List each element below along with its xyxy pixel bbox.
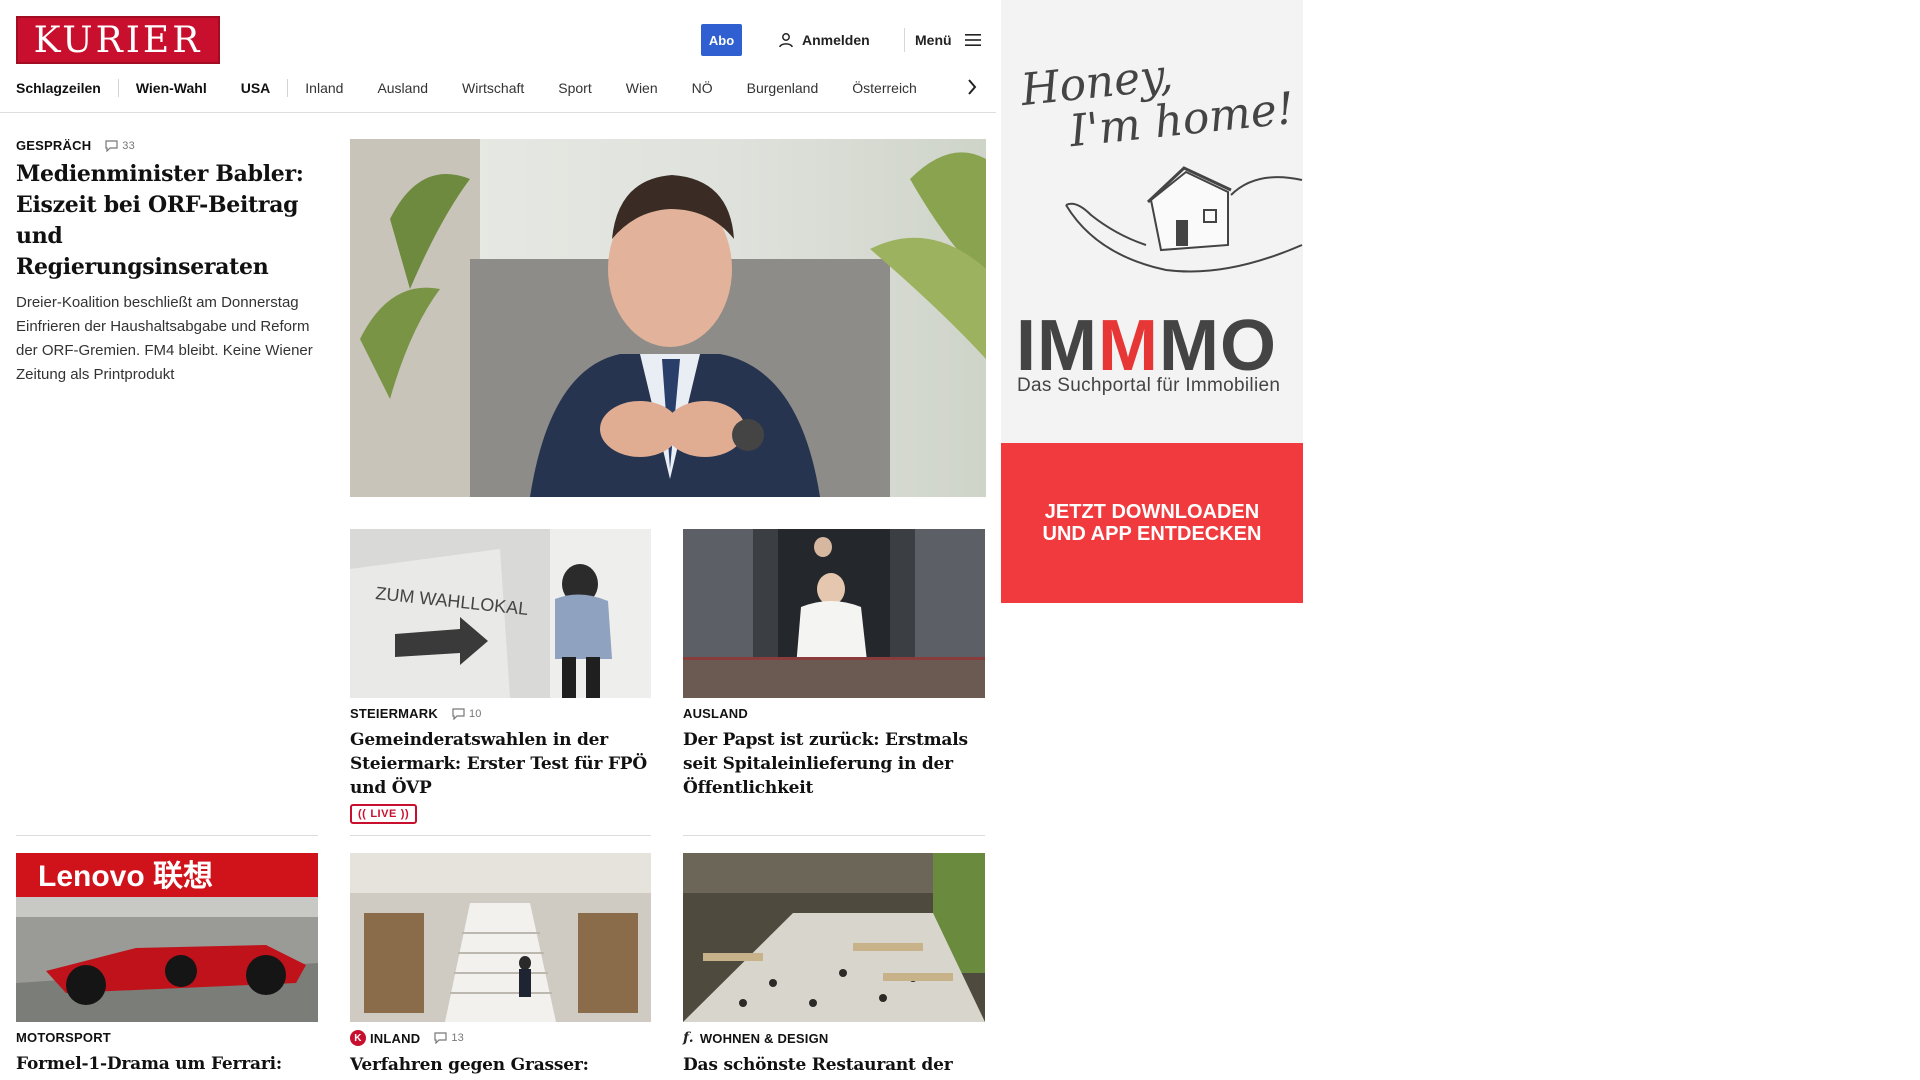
row-divider bbox=[683, 835, 985, 836]
nav-item-inland[interactable]: Inland bbox=[305, 80, 343, 96]
main-content: KURIER Abo Anmelden Menü Schlagzeilen Wi… bbox=[0, 0, 996, 1080]
comment-icon bbox=[452, 707, 465, 720]
house-in-hand-icon bbox=[1065, 166, 1303, 273]
abo-button[interactable]: Abo bbox=[701, 24, 742, 56]
nav-item-schlagzeilen[interactable]: Schlagzeilen bbox=[16, 80, 101, 96]
kicker-label: GESPRÄCH bbox=[16, 138, 92, 153]
papst-article[interactable]: AUSLAND Der Papst ist zurück: Erstmals s… bbox=[683, 706, 984, 800]
ferrari-kicker: MOTORSPORT bbox=[16, 1030, 318, 1045]
restaurant-article[interactable]: f. WOHNEN & DESIGN Das schönste Restaura… bbox=[683, 1030, 985, 1080]
login-label: Anmelden bbox=[802, 32, 870, 48]
nav-item-oesterreich[interactable]: Österreich bbox=[852, 80, 917, 96]
nav-item-wien[interactable]: Wien bbox=[626, 80, 658, 96]
kurier-logo[interactable]: KURIER bbox=[16, 16, 220, 64]
comment-icon bbox=[434, 1032, 447, 1044]
user-icon bbox=[779, 33, 793, 48]
nav-item-sport[interactable]: Sport bbox=[558, 80, 591, 96]
ad-cta-label: JETZT DOWNLOADEN UND APP ENTDECKEN bbox=[1042, 501, 1262, 545]
lead-teaser: Dreier-Koalition beschließt am Donnersta… bbox=[16, 294, 313, 383]
steiermark-headline[interactable]: Gemeinderatswahlen in der Steiermark: Er… bbox=[350, 728, 651, 800]
grasser-image[interactable] bbox=[350, 853, 651, 1022]
nav-item-noe[interactable]: NÖ bbox=[692, 80, 713, 96]
steiermark-image[interactable]: ZUM WAHLLOKAL bbox=[350, 529, 651, 698]
kurier-plus-icon: K bbox=[350, 1030, 366, 1046]
menu-button[interactable]: Menü bbox=[915, 30, 982, 50]
kicker-label: WOHNEN & DESIGN bbox=[699, 1030, 829, 1046]
ad-brand-part: M bbox=[1097, 306, 1159, 386]
ferrari-headline[interactable]: Formel-1-Drama um Ferrari: Hamilton und … bbox=[16, 1052, 318, 1080]
live-label: LIVE bbox=[370, 808, 397, 820]
papst-headline[interactable]: Der Papst ist zurück: Erstmals seit Spit… bbox=[683, 728, 984, 800]
live-wave-right-icon: )) bbox=[400, 808, 410, 820]
lead-image[interactable] bbox=[350, 139, 986, 497]
lead-headline[interactable]: Medienminister Babler: Eiszeit bei ORF-B… bbox=[16, 159, 318, 283]
kicker-label: STEIERMARK bbox=[350, 706, 438, 721]
comment-count-value: 13 bbox=[451, 1032, 464, 1044]
ad-brand-part: MO bbox=[1158, 306, 1277, 386]
comment-count[interactable]: 10 bbox=[452, 708, 482, 720]
row-divider bbox=[16, 835, 318, 836]
immmo-ad[interactable]: Honey, I'm home! IMMMO Das Suchportal fü… bbox=[1001, 0, 1303, 603]
kicker-label: INLAND bbox=[370, 1030, 421, 1046]
nav-item-wirtschaft[interactable]: Wirtschaft bbox=[462, 80, 524, 96]
restaurant-kicker: f. WOHNEN & DESIGN bbox=[683, 1030, 985, 1046]
ferrari-article[interactable]: MOTORSPORT Formel-1-Drama um Ferrari: Ha… bbox=[16, 1030, 318, 1080]
ad-top-panel: Honey, I'm home! IMMMO Das Suchportal fü… bbox=[1001, 0, 1303, 443]
lead-article[interactable]: GESPRÄCH 33 Medienminister Babler: Eisze… bbox=[16, 138, 318, 387]
papst-image[interactable] bbox=[683, 529, 985, 698]
steiermark-article[interactable]: STEIERMARK 10 Gemeinderatswahlen in der … bbox=[350, 706, 651, 824]
grasser-kicker: K INLAND 13 bbox=[350, 1030, 651, 1046]
nav-separator bbox=[117, 79, 119, 97]
papst-kicker: AUSLAND bbox=[683, 706, 984, 721]
restaurant-image[interactable] bbox=[683, 853, 985, 1022]
comment-count[interactable]: 33 bbox=[105, 140, 135, 152]
ad-tagline: Das Suchportal für Immobilien bbox=[1017, 375, 1281, 396]
ferrari-image[interactable]: Lenovo 联想 bbox=[16, 853, 318, 1022]
nav-item-ausland[interactable]: Ausland bbox=[377, 80, 428, 96]
comment-icon bbox=[105, 139, 118, 152]
comment-count-value: 33 bbox=[122, 139, 135, 152]
nav-item-usa[interactable]: USA bbox=[241, 80, 271, 96]
ad-cta-button[interactable]: JETZT DOWNLOADEN UND APP ENTDECKEN bbox=[1001, 443, 1303, 603]
nav-item-wien-wahl[interactable]: Wien-Wahl bbox=[136, 80, 207, 96]
grasser-headline[interactable]: Verfahren gegen Grasser: Warum hat das s… bbox=[350, 1053, 651, 1080]
nav-divider bbox=[0, 112, 996, 113]
grasser-article[interactable]: K INLAND 13 Verfahren gegen Grasser: War… bbox=[350, 1030, 651, 1080]
comment-count-value: 10 bbox=[468, 707, 482, 720]
banner-text: Lenovo 联想 bbox=[38, 860, 213, 893]
live-wave-left-icon: (( bbox=[358, 808, 367, 820]
kicker-label: MOTORSPORT bbox=[16, 1030, 111, 1045]
chevron-right-icon bbox=[968, 79, 977, 95]
lead-kicker: GESPRÄCH 33 bbox=[16, 138, 318, 153]
nav-item-burgenland[interactable]: Burgenland bbox=[747, 80, 819, 96]
ad-brand-part: IM bbox=[1016, 306, 1098, 386]
freizeit-icon: f. bbox=[683, 1030, 694, 1046]
nav-separator bbox=[287, 79, 289, 97]
header-divider bbox=[904, 28, 905, 52]
kicker-label: AUSLAND bbox=[683, 706, 748, 721]
hamburger-icon bbox=[964, 34, 981, 46]
restaurant-headline[interactable]: Das schönste Restaurant der Welt ist in … bbox=[683, 1053, 985, 1080]
section-nav: Schlagzeilen Wien-Wahl USA Inland Auslan… bbox=[16, 76, 986, 100]
nav-next-button[interactable] bbox=[962, 74, 982, 100]
live-badge: (( LIVE )) bbox=[350, 804, 418, 824]
menu-label: Menü bbox=[915, 32, 952, 48]
ad-script-text: Honey, I'm home! bbox=[1019, 40, 1297, 160]
comment-count[interactable]: 13 bbox=[434, 1032, 464, 1044]
row-divider bbox=[350, 835, 651, 836]
login-button[interactable]: Anmelden bbox=[778, 30, 870, 50]
steiermark-kicker: STEIERMARK 10 bbox=[350, 706, 651, 721]
